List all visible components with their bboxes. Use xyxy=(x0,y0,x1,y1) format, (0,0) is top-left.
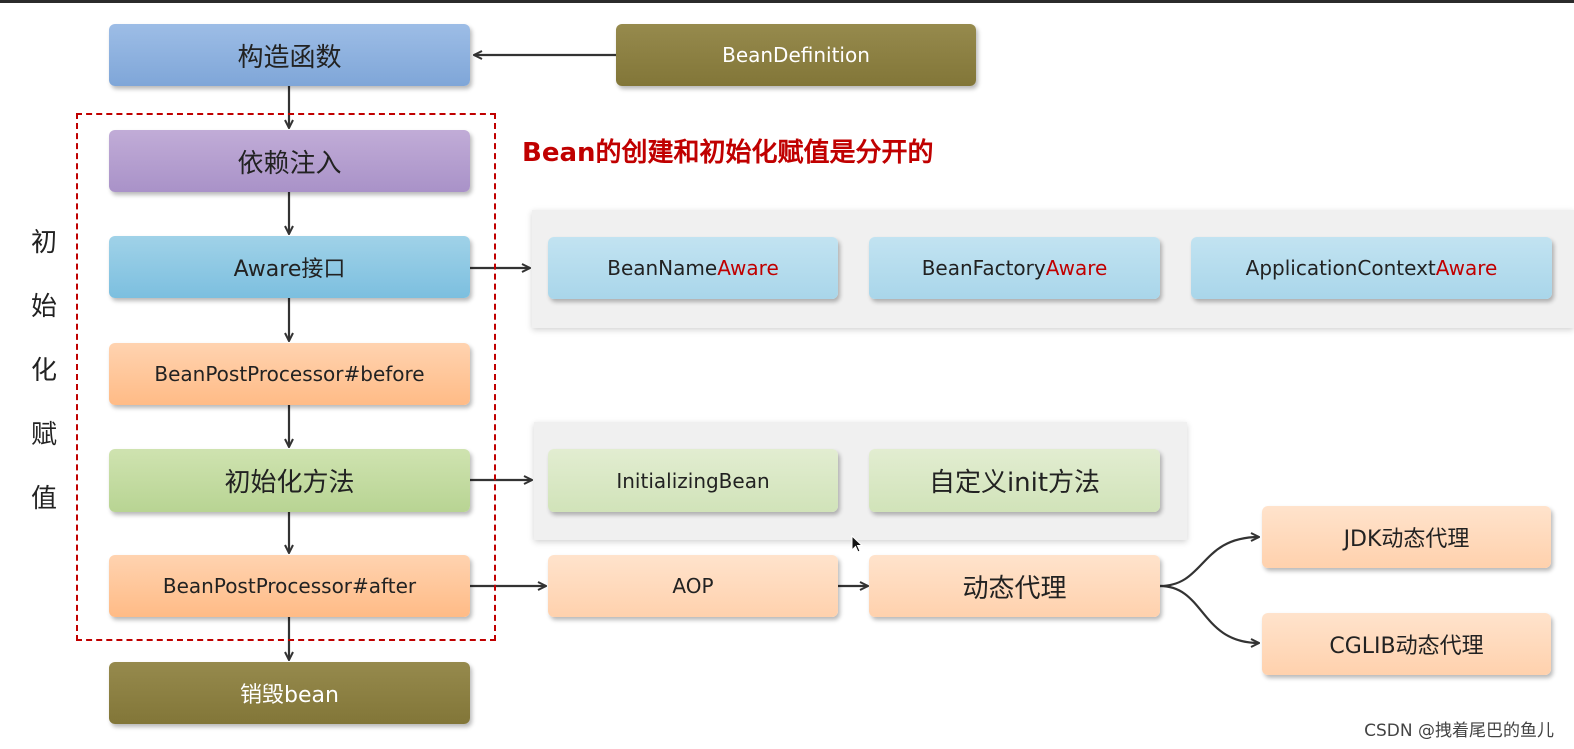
bean-factory-aware-box: BeanFactory Aware xyxy=(869,237,1160,299)
aware-prefix: ApplicationContext xyxy=(1245,256,1436,280)
bpp-before-box: BeanPostProcessor#before xyxy=(109,343,470,405)
aware-prefix: BeanFactory xyxy=(921,256,1046,280)
aop-box: AOP xyxy=(548,555,838,617)
side-label-char: 化 xyxy=(30,356,57,386)
aware-suffix: Aware xyxy=(1435,256,1498,280)
jdk-proxy-box: JDK动态代理 xyxy=(1262,506,1551,568)
aware-suffix: Aware xyxy=(717,256,779,280)
application-context-aware-box: ApplicationContext Aware xyxy=(1191,237,1552,299)
side-label-initialization: 初 始 化 赋 值 xyxy=(26,222,62,515)
dynamic-proxy-box: 动态代理 xyxy=(869,555,1160,617)
side-label-char: 值 xyxy=(30,484,57,514)
side-label-char: 始 xyxy=(30,292,57,322)
side-label-char: 赋 xyxy=(30,420,57,450)
constructor-box: 构造函数 xyxy=(109,24,470,86)
mouse-cursor-icon xyxy=(851,535,864,553)
cglib-proxy-box: CGLIB动态代理 xyxy=(1262,613,1551,675)
watermark: CSDN @拽着尾巴的鱼儿 xyxy=(1364,721,1554,741)
init-method-box: 初始化方法 xyxy=(109,449,470,512)
custom-init-method-box: 自定义init方法 xyxy=(869,449,1160,512)
aware-suffix: Aware xyxy=(1045,256,1108,280)
destroy-bean-box: 销毁bean xyxy=(109,662,470,724)
aware-prefix: BeanName xyxy=(607,256,718,280)
bean-name-aware-box: BeanName Aware xyxy=(548,237,838,299)
initializing-bean-box: InitializingBean xyxy=(548,449,838,512)
headline: Bean的创建和初始化赋值是分开的 xyxy=(522,138,934,168)
side-label-char: 初 xyxy=(30,228,57,258)
aware-interface-box: Aware接口 xyxy=(109,236,470,298)
bean-definition-box: BeanDefinition xyxy=(616,24,976,86)
dependency-injection-box: 依赖注入 xyxy=(109,130,470,192)
arrow-proxy-to-cglib xyxy=(1159,584,1259,643)
arrow-proxy-to-jdk xyxy=(1159,537,1259,588)
bpp-after-box: BeanPostProcessor#after xyxy=(109,555,470,617)
